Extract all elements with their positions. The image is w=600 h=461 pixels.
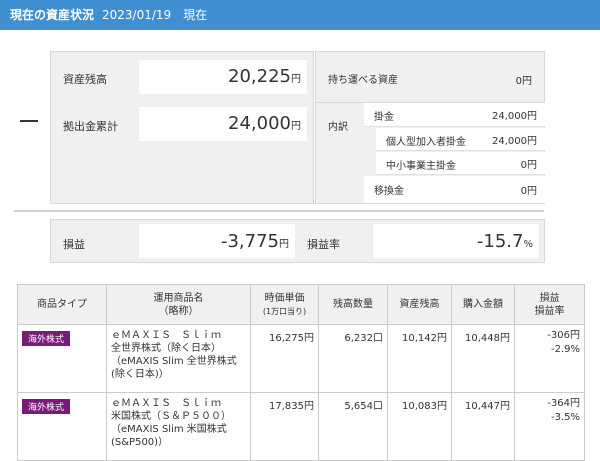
breakdown-row-smb: 中小事業主掛金 0円 xyxy=(376,152,545,175)
fund-name-link[interactable]: ｅＭＡＸＩＳ Ｓｌｉｍ 米国株式（Ｓ＆Ｐ５００） （eMAXIS Slim 米国… xyxy=(106,392,251,461)
header-now: 現在 xyxy=(183,8,208,22)
portable-breakdown-box: 持ち運べる資産 0円 内訳 掛金 24,000円 個人型加入者掛金 24,000… xyxy=(315,51,545,204)
contribution-total-label: 拠出金累計 xyxy=(63,120,118,133)
holding-balance: 10,142円 xyxy=(387,324,452,393)
profit-rate-value: -15.7% xyxy=(476,231,533,252)
holding-profit: -364円 -3.5% xyxy=(514,392,585,461)
unit-price: 16,275円 xyxy=(250,324,319,393)
header-qty: 残高数量 xyxy=(318,284,388,325)
header-name: 運用商品名 （略称） xyxy=(106,284,251,325)
breakdown-row-individual: 個人型加入者掛金 24,000円 xyxy=(376,128,545,151)
collapse-dash-icon[interactable] xyxy=(20,120,38,122)
header-price: 時価単価 (1万口当り) xyxy=(250,284,319,325)
header-title: 現在の資産状況 xyxy=(10,8,95,22)
portable-assets-label: 持ち運べる資産 xyxy=(328,75,398,86)
asset-type-badge: 海外株式 xyxy=(22,331,71,346)
asset-type-badge: 海外株式 xyxy=(22,399,71,414)
table-row: 海外株式 ｅＭＡＸＩＳ Ｓｌｉｍ 米国株式（Ｓ＆Ｐ５００） （eMAXIS Sl… xyxy=(17,392,585,461)
holding-balance: 10,083円 xyxy=(387,392,452,461)
unit-price: 17,835円 xyxy=(250,392,319,461)
profit-rate-box: -15.7% xyxy=(373,224,539,258)
profit-value-box: -3,775円 xyxy=(139,224,295,258)
breakdown-row-kakekin: 掛金 24,000円 xyxy=(364,103,545,127)
contribution-total-box: 24,000円 xyxy=(139,107,307,141)
header-balance: 資産残高 xyxy=(387,284,452,325)
table-row: 海外株式 ｅＭＡＸＩＳ Ｓｌｉｍ 全世界株式（除く日本） （eMAXIS Sli… xyxy=(17,324,585,393)
breakdown-row-transfer: 移換金 0円 xyxy=(364,176,545,203)
purchase-amount: 10,447円 xyxy=(451,392,515,461)
balance-summary-box: 資産残高 20,225円 拠出金累計 24,000円 xyxy=(50,51,314,204)
asset-balance-label: 資産残高 xyxy=(63,73,107,86)
header-pl: 損益 損益率 xyxy=(514,284,585,325)
table-header-row: 商品タイプ 運用商品名 （略称） 時価単価 (1万口当り) 残高数量 資産残高 購入… xyxy=(17,284,585,325)
profit-label: 損益 xyxy=(63,238,85,251)
page-header: 現在の資産状況 2023/01/19 現在 xyxy=(0,0,600,30)
holding-qty: 6,232口 xyxy=(318,324,388,393)
asset-balance-box: 20,225円 xyxy=(139,60,307,94)
fund-name-link[interactable]: ｅＭＡＸＩＳ Ｓｌｉｍ 全世界株式（除く日本） （eMAXIS Slim 全世界… xyxy=(106,324,251,393)
breakdown-label: 内訳 xyxy=(328,122,348,133)
section-divider xyxy=(14,210,544,212)
header-type: 商品タイプ xyxy=(17,284,107,325)
purchase-amount: 10,448円 xyxy=(451,324,515,393)
holdings-table: 商品タイプ 運用商品名 （略称） 時価単価 (1万口当り) 残高数量 資産残高 購入… xyxy=(17,284,585,461)
holding-profit: -306円 -2.9% xyxy=(514,324,585,393)
asset-balance-value: 20,225円 xyxy=(228,66,301,87)
portable-assets-value: 0円 xyxy=(515,76,532,87)
profit-box: 損益 -3,775円 損益率 -15.7% xyxy=(50,219,545,263)
profit-rate-label: 損益率 xyxy=(307,238,340,251)
header-date: 2023/01/19 xyxy=(102,8,172,22)
contribution-total-value: 24,000円 xyxy=(228,113,301,134)
holding-qty: 5,654口 xyxy=(318,392,388,461)
profit-value: -3,775円 xyxy=(220,231,289,252)
header-cost: 購入金額 xyxy=(451,284,515,325)
